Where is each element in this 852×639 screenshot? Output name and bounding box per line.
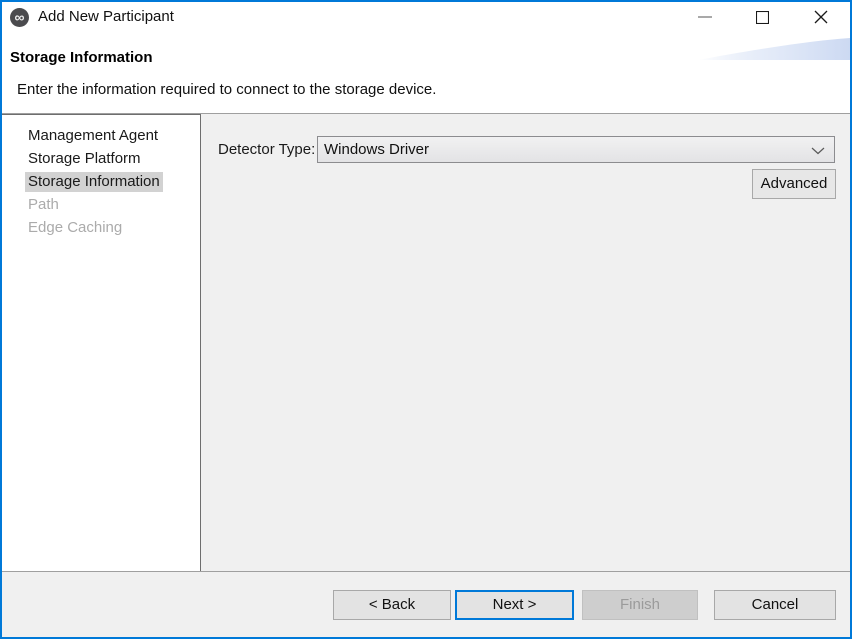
- page-subtitle: Enter the information required to connec…: [17, 81, 436, 98]
- sidebar-item-label: Path: [25, 195, 62, 215]
- titlebar: ∞ Add New Participant: [2, 2, 850, 32]
- window-title: Add New Participant: [38, 2, 174, 32]
- dialog-window: ∞ Add New Participant Storage Informatio…: [0, 0, 852, 639]
- minimize-button: [682, 2, 727, 32]
- wizard-step-sidebar: Management Agent Storage Platform Storag…: [2, 114, 201, 572]
- finish-button: Finish: [582, 590, 698, 620]
- sidebar-item-management-agent[interactable]: Management Agent: [2, 124, 200, 147]
- sidebar-item-label: Storage Platform: [25, 149, 144, 169]
- detector-type-label: Detector Type:: [218, 136, 315, 163]
- page-title: Storage Information: [10, 49, 153, 66]
- wizard-step-list: Management Agent Storage Platform Storag…: [2, 115, 200, 239]
- detector-type-dropdown[interactable]: Windows Driver: [317, 136, 835, 163]
- sidebar-item-label: Management Agent: [25, 126, 161, 146]
- back-button[interactable]: < Back: [333, 590, 451, 620]
- close-button[interactable]: [798, 2, 843, 32]
- app-logo-icon: ∞: [10, 8, 29, 27]
- advanced-button[interactable]: Advanced: [752, 169, 836, 199]
- sidebar-item-storage-platform[interactable]: Storage Platform: [2, 147, 200, 170]
- minimize-icon: [698, 16, 712, 18]
- sidebar-item-label: Storage Information: [25, 172, 163, 192]
- next-button[interactable]: Next >: [455, 590, 574, 620]
- detector-type-value: Windows Driver: [324, 141, 429, 158]
- sidebar-item-storage-information[interactable]: Storage Information: [2, 170, 200, 193]
- cancel-button[interactable]: Cancel: [714, 590, 836, 620]
- close-icon: [814, 10, 828, 24]
- sidebar-item-path: Path: [2, 193, 200, 216]
- header-swoosh-decoration: [698, 36, 850, 62]
- sidebar-item-edge-caching: Edge Caching: [2, 216, 200, 239]
- wizard-header: Storage Information Enter the informatio…: [2, 32, 850, 113]
- sidebar-item-label: Edge Caching: [25, 218, 125, 238]
- chevron-down-icon: [811, 147, 825, 155]
- maximize-icon: [756, 11, 769, 24]
- maximize-button[interactable]: [740, 2, 785, 32]
